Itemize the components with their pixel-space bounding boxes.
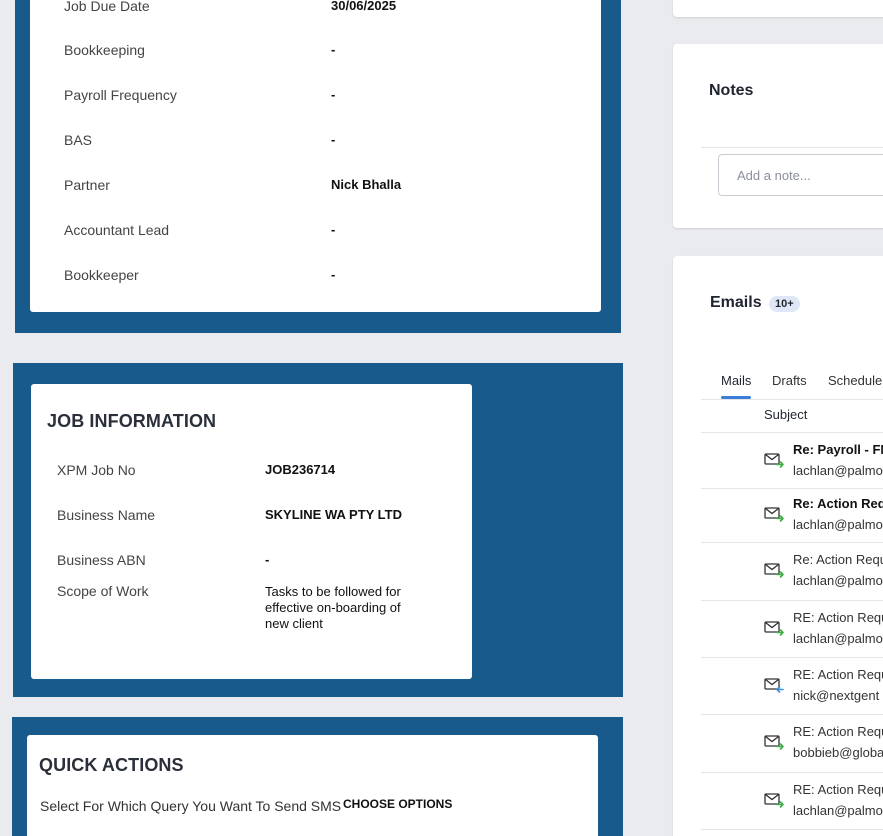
email-subject: Re: Payroll - FN bbox=[793, 442, 883, 457]
email-subject: RE: Action Requ bbox=[793, 724, 883, 739]
bookkeeper-label: Bookkeeper bbox=[64, 267, 139, 283]
scope-of-work-label: Scope of Work bbox=[57, 583, 149, 599]
xpm-job-no-value: JOB236714 bbox=[265, 462, 336, 477]
top-right-card bbox=[673, 0, 883, 17]
email-from: nick@nextgent bbox=[793, 688, 880, 703]
email-row[interactable]: RE: Action Requ lachlan@palmo bbox=[701, 772, 883, 829]
choose-options-button[interactable]: CHOOSE OPTIONS bbox=[343, 797, 452, 811]
mail-outgoing-icon bbox=[764, 563, 784, 578]
mail-outgoing-icon bbox=[764, 735, 784, 750]
email-subject: RE: Action Requ bbox=[793, 610, 883, 625]
mail-outgoing-icon bbox=[764, 793, 784, 808]
subject-column-header: Subject bbox=[764, 407, 808, 422]
quick-actions-card bbox=[27, 735, 598, 836]
notes-title: Notes bbox=[709, 82, 754, 99]
scope-of-work-value: Tasks to be followed for effective on-bo… bbox=[265, 584, 401, 631]
payroll-frequency-value: - bbox=[331, 87, 336, 102]
sms-query-label: Select For Which Query You Want To Send … bbox=[40, 798, 342, 814]
email-row[interactable]: RE: Action Requ nick@nextgent bbox=[701, 657, 883, 714]
mail-incoming-icon bbox=[764, 678, 784, 693]
mail-outgoing-icon bbox=[764, 621, 784, 636]
email-from: lachlan@palmo bbox=[793, 517, 883, 532]
accountant-lead-value: - bbox=[331, 222, 336, 237]
payroll-frequency-label: Payroll Frequency bbox=[64, 87, 177, 103]
bas-label: BAS bbox=[64, 132, 93, 148]
accountant-lead-label: Accountant Lead bbox=[64, 222, 170, 238]
email-row[interactable]: RE: Action Requ lachlan@palmo bbox=[701, 600, 883, 657]
mail-outgoing-icon bbox=[764, 507, 784, 522]
tab-schedule[interactable]: Schedule bbox=[828, 373, 882, 388]
email-from: lachlan@palmo bbox=[793, 803, 883, 818]
notes-divider bbox=[701, 147, 883, 148]
quick-actions-title: QUICK ACTIONS bbox=[39, 755, 184, 775]
email-row[interactable]: RE: Action Requ bobbieb@globa bbox=[701, 714, 883, 772]
bookkeeping-label: Bookkeeping bbox=[64, 42, 145, 58]
email-from: lachlan@palmo bbox=[793, 463, 883, 478]
business-name-value: SKYLINE WA PTY LTD bbox=[265, 507, 402, 522]
partner-value: Nick Bhalla bbox=[331, 177, 402, 192]
emails-title: Emails bbox=[710, 294, 762, 311]
email-row-divider bbox=[701, 829, 883, 830]
tab-mails[interactable]: Mails bbox=[721, 373, 751, 388]
tab-drafts[interactable]: Drafts bbox=[772, 373, 807, 388]
email-subject: Re: Action Requ bbox=[793, 496, 883, 511]
email-from: lachlan@palmo bbox=[793, 631, 883, 646]
bookkeeper-value: - bbox=[331, 267, 336, 282]
bas-value: - bbox=[331, 132, 336, 147]
partner-label: Partner bbox=[64, 177, 110, 193]
email-from: lachlan@palmo bbox=[793, 573, 883, 588]
email-row[interactable]: Re: Action Requ lachlan@palmo bbox=[701, 542, 883, 600]
business-name-label: Business Name bbox=[57, 507, 156, 523]
add-note-input[interactable] bbox=[718, 154, 883, 196]
job-due-date-label: Job Due Date bbox=[64, 0, 150, 14]
emails-count-badge: 10+ bbox=[769, 296, 800, 312]
bookkeeping-value: - bbox=[331, 42, 336, 57]
business-abn-label: Business ABN bbox=[57, 552, 146, 568]
email-row[interactable]: Re: Payroll - FN lachlan@palmo bbox=[701, 433, 883, 488]
xpm-job-no-label: XPM Job No bbox=[57, 462, 136, 478]
email-subject: RE: Action Requ bbox=[793, 782, 883, 797]
email-row[interactable]: Re: Action Requ lachlan@palmo bbox=[701, 488, 883, 542]
notes-card bbox=[673, 44, 883, 228]
job-due-date-value: 30/06/2025 bbox=[331, 0, 397, 13]
mail-outgoing-icon bbox=[764, 453, 784, 468]
job-information-title: JOB INFORMATION bbox=[47, 411, 217, 431]
business-abn-value: - bbox=[265, 552, 270, 567]
email-subject: RE: Action Requ bbox=[793, 667, 883, 682]
tabs-divider bbox=[701, 399, 883, 400]
email-from: bobbieb@globa bbox=[793, 745, 883, 760]
email-subject: Re: Action Requ bbox=[793, 552, 883, 567]
